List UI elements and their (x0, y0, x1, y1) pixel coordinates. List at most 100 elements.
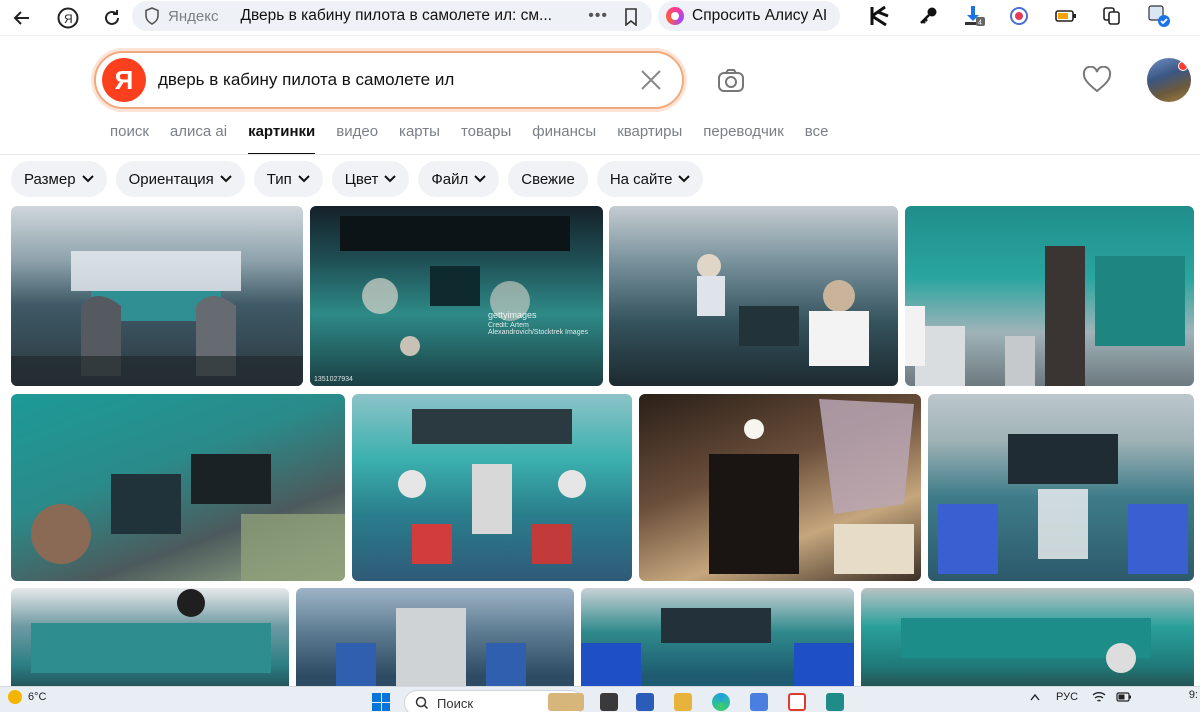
start-button[interactable] (372, 693, 390, 711)
weather-widget[interactable]: 6°C (8, 690, 46, 704)
filter-file-label: Файл (431, 170, 469, 188)
shield-icon (145, 7, 159, 25)
filter-orientation[interactable]: Ориентация (115, 161, 245, 197)
reload-button[interactable] (96, 2, 128, 34)
filter-fresh[interactable]: Свежие (508, 161, 588, 197)
filter-on-site-label: На сайте (609, 170, 673, 188)
battery-icon[interactable] (1116, 691, 1132, 703)
filter-type-label: Тип (266, 170, 292, 188)
filter-orientation-label: Ориентация (128, 170, 214, 188)
cockpit-photo (697, 254, 869, 366)
cockpit-photo (336, 608, 526, 686)
task-view-icon[interactable] (600, 693, 618, 711)
search-icon (415, 696, 429, 710)
key-extension-icon[interactable] (916, 4, 940, 28)
shield-extension-icon[interactable] (1007, 4, 1031, 28)
tab-images[interactable]: картинки (248, 123, 316, 155)
kinopoisk-extension-icon[interactable] (868, 4, 892, 28)
cockpit-photo (709, 399, 914, 574)
tab-finance[interactable]: финансы (532, 123, 596, 155)
favorites-heart-icon[interactable] (1082, 66, 1112, 94)
back-button[interactable] (6, 2, 38, 34)
collections-icon[interactable] (1100, 4, 1124, 28)
search-query[interactable]: дверь в кабину пилота в самолете ил (158, 70, 454, 90)
filter-type[interactable]: Тип (253, 161, 323, 197)
search-field[interactable]: Я дверь в кабину пилота в самолете ил (94, 51, 684, 109)
filter-bar: Размер Ориентация Тип Цвет Файл Свежие Н… (11, 161, 712, 197)
filter-color-label: Цвет (344, 170, 379, 188)
yandex-home-button[interactable]: Я (52, 2, 84, 34)
image-result[interactable] (639, 394, 921, 581)
chevron-down-icon (81, 175, 94, 183)
filter-color[interactable]: Цвет (331, 161, 410, 197)
tab-search[interactable]: поиск (110, 123, 149, 155)
wifi-icon[interactable] (1092, 691, 1106, 703)
image-result[interactable] (861, 588, 1194, 686)
page-title: Дверь в кабину пилота в самолете ил: см.… (240, 7, 552, 24)
clear-search-icon[interactable] (640, 69, 662, 91)
ask-alice-label: Спросить Алису AI (692, 7, 828, 24)
edge-icon[interactable] (712, 693, 730, 711)
search-tabs: поиск алиса ai картинки видео карты това… (110, 123, 849, 155)
getty-credit: Credit: Artem Alexandrovich/Stocktrek Im… (488, 322, 588, 336)
address-bar[interactable]: Яндекс Дверь в кабину пилота в самолете … (132, 1, 652, 31)
taskbar-search-label: Поиск (437, 695, 474, 711)
svg-text:4: 4 (978, 20, 982, 27)
app-icon[interactable] (826, 693, 844, 711)
image-result[interactable] (581, 588, 854, 686)
filter-size-label: Размер (24, 170, 76, 188)
cockpit-photo (905, 246, 1185, 386)
tab-translator[interactable]: переводчик (703, 123, 783, 155)
cockpit-photo (31, 454, 345, 581)
chevron-up-icon[interactable] (1030, 693, 1040, 701)
cockpit-photo (901, 618, 1151, 673)
cockpit-photo (31, 589, 271, 673)
site-name: Яндекс (168, 7, 219, 25)
image-result[interactable] (928, 394, 1194, 581)
chevron-down-icon (384, 175, 397, 183)
search-highlight-icon (548, 693, 584, 711)
filter-file[interactable]: Файл (418, 161, 500, 197)
svg-text:Я: Я (64, 12, 73, 26)
tab-apartments[interactable]: квартиры (617, 123, 682, 155)
image-result[interactable] (609, 206, 898, 386)
more-menu-button[interactable]: ••• (588, 7, 608, 25)
cockpit-photo (340, 216, 570, 356)
tab-maps[interactable]: карты (399, 123, 440, 155)
word-icon[interactable] (636, 693, 654, 711)
tab-video[interactable]: видео (336, 123, 378, 155)
user-avatar[interactable] (1147, 58, 1191, 102)
language-indicator[interactable]: РУС (1056, 691, 1078, 703)
header-divider (0, 154, 1200, 155)
clock[interactable]: 9: (1189, 689, 1198, 701)
tab-alice-ai[interactable]: алиса ai (170, 123, 227, 155)
image-result[interactable] (352, 394, 632, 581)
image-result[interactable] (11, 588, 289, 686)
image-result[interactable] (296, 588, 574, 686)
image-result[interactable] (11, 394, 345, 581)
file-explorer-icon[interactable] (674, 693, 692, 711)
ask-alice-button[interactable]: Спросить Алису AI (658, 1, 840, 31)
tab-all[interactable]: все (805, 123, 829, 155)
image-result[interactable]: gettyimages Credit: Artem Alexandrovich/… (310, 206, 603, 386)
image-results-grid: gettyimages Credit: Artem Alexandrovich/… (0, 206, 1200, 686)
battery-extension-icon[interactable] (1054, 4, 1078, 28)
filter-fresh-label: Свежие (521, 170, 575, 188)
bookmark-icon[interactable] (624, 8, 638, 26)
store-icon[interactable] (750, 693, 768, 711)
system-tray: РУС (1030, 691, 1132, 703)
filter-on-site[interactable]: На сайте (596, 161, 704, 197)
yandex-logo[interactable]: Я (102, 58, 146, 102)
filter-size[interactable]: Размер (11, 161, 107, 197)
download-extension-icon[interactable]: 4 (962, 4, 986, 28)
chevron-down-icon (220, 175, 232, 183)
translate-extension-icon[interactable] (1147, 4, 1171, 28)
camera-search-icon[interactable] (716, 66, 746, 96)
arrow-left-icon (13, 10, 29, 25)
yandex-browser-icon[interactable] (788, 693, 806, 711)
tab-products[interactable]: товары (461, 123, 511, 155)
image-result[interactable] (11, 206, 303, 386)
chevron-down-icon (474, 175, 486, 183)
image-result[interactable] (905, 206, 1194, 386)
getty-watermark: gettyimages (488, 310, 537, 320)
